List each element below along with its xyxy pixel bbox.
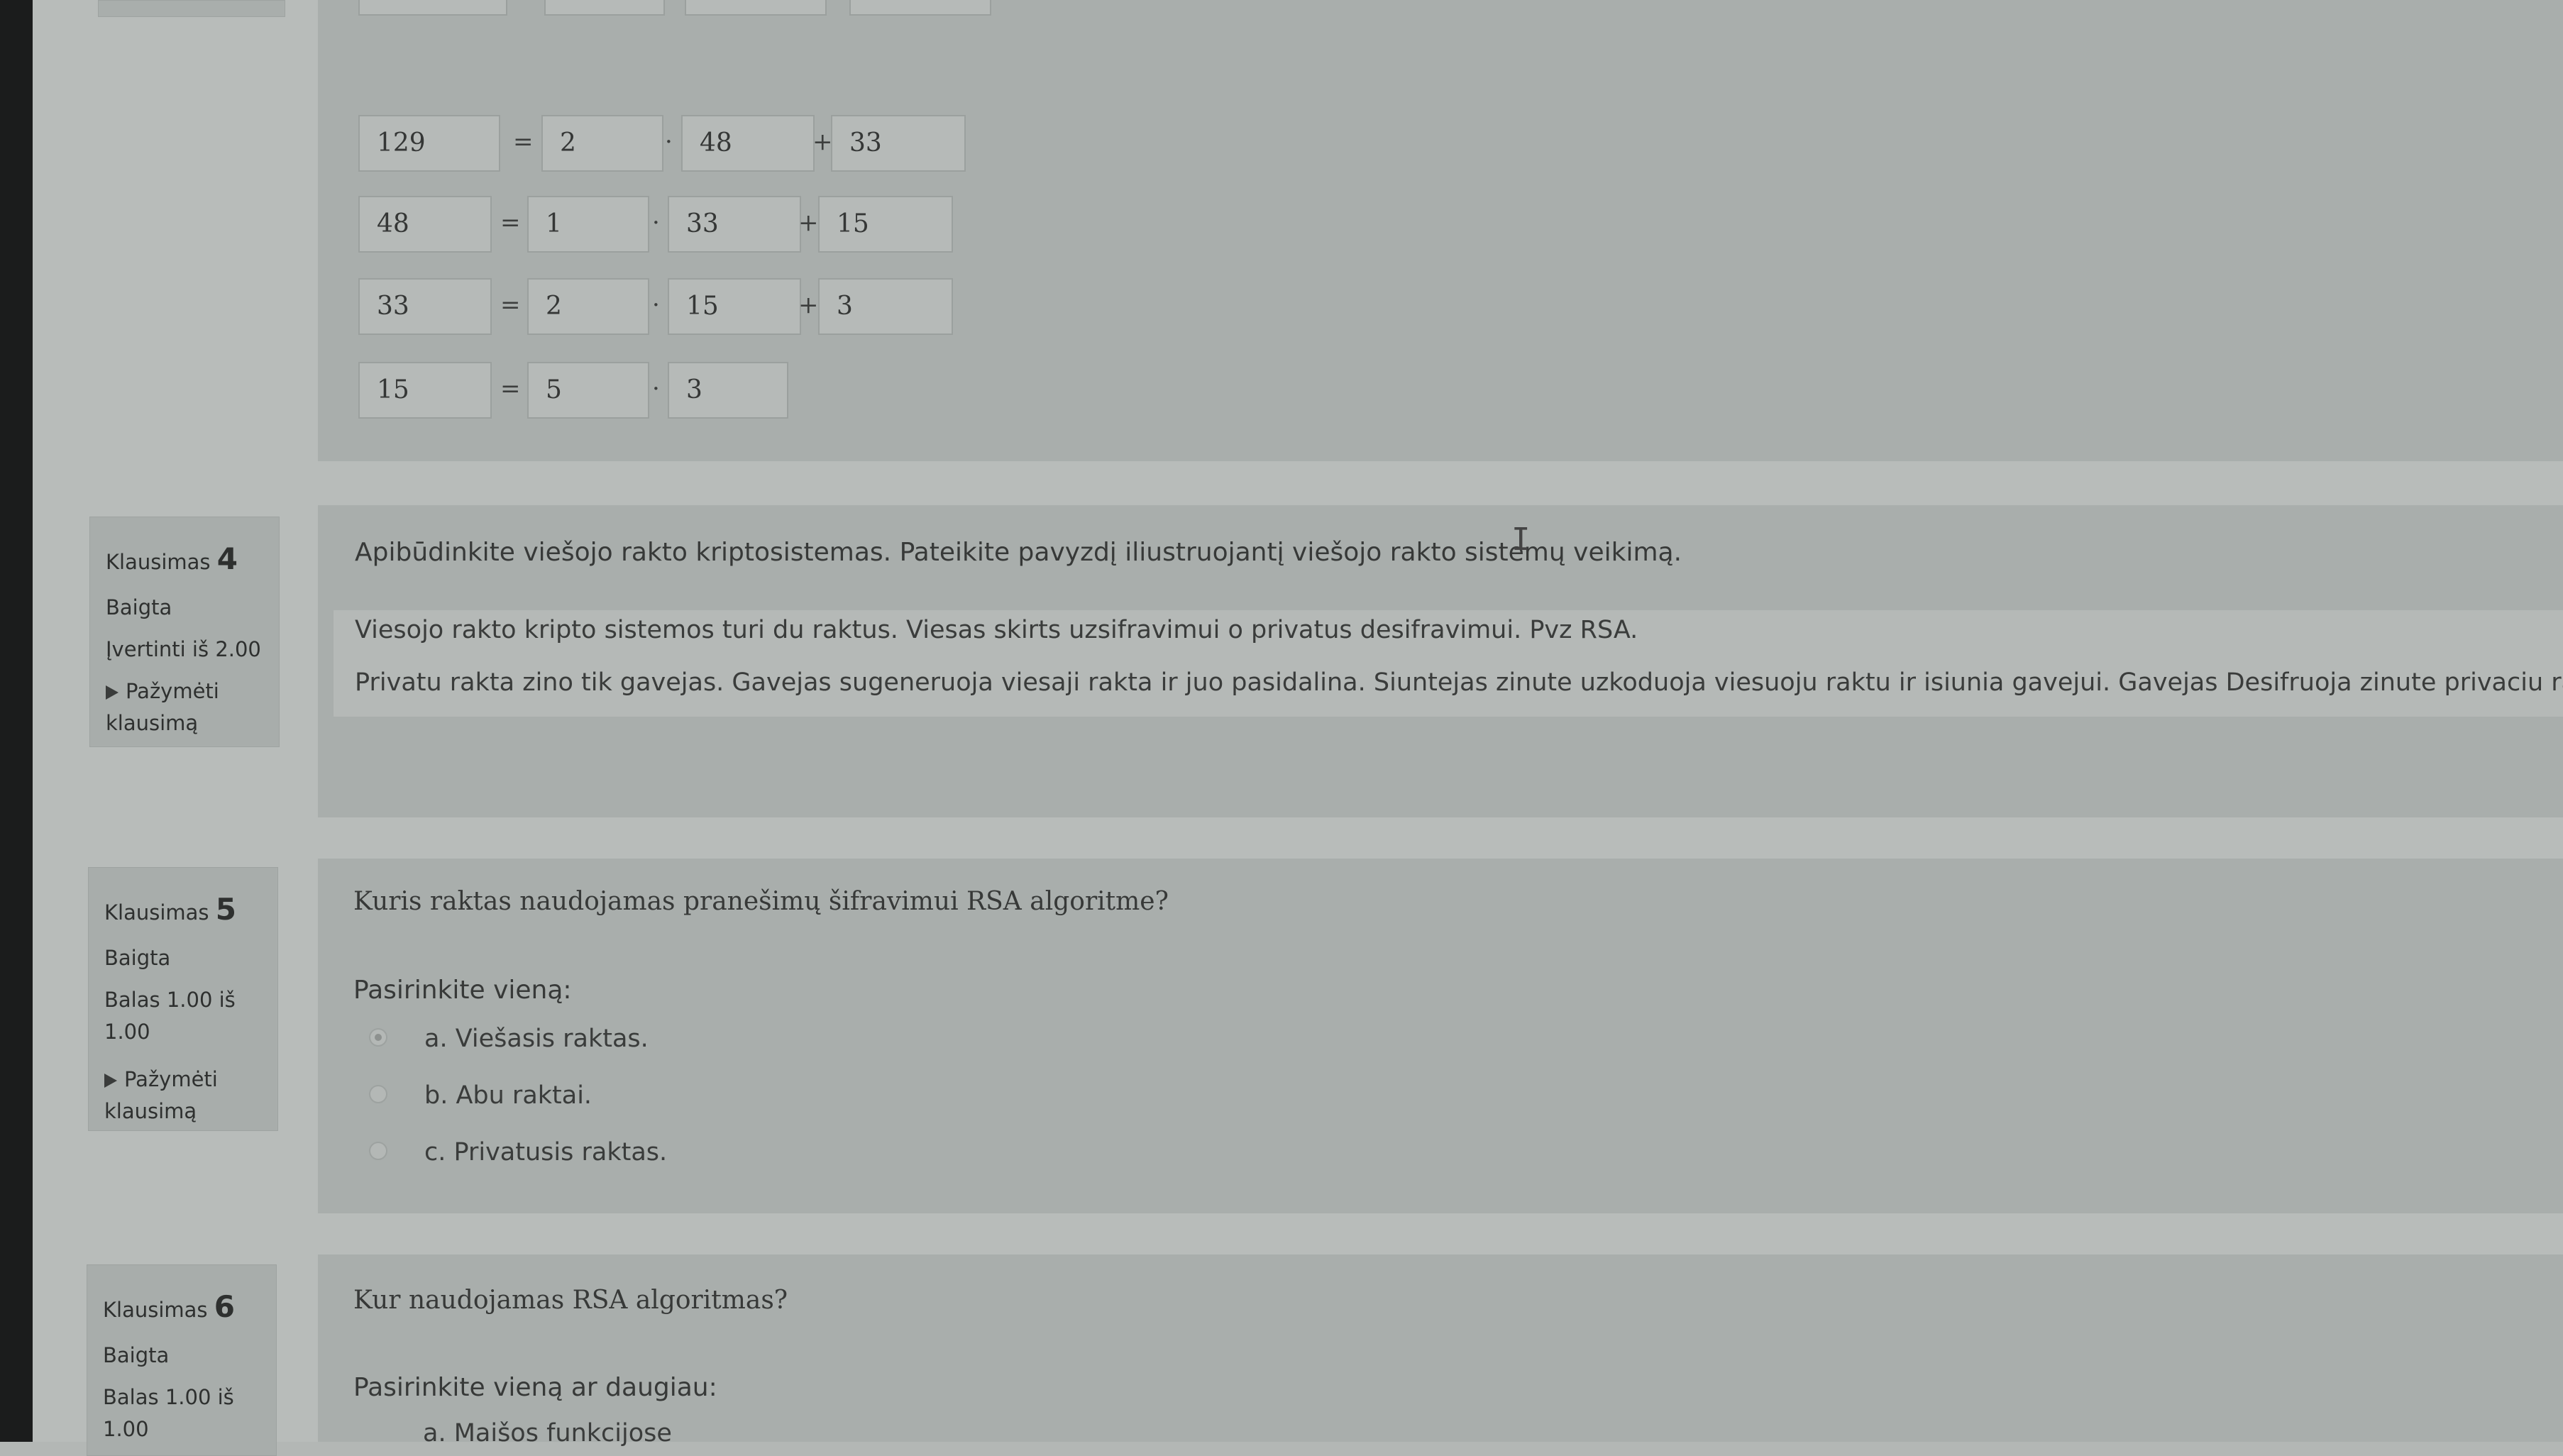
question-5-info-card: Klausimas 5 Baigta Balas 1.00 iš 1.00 Paž… bbox=[88, 867, 278, 1131]
equals-sign: = bbox=[500, 291, 521, 319]
plus-sign: + bbox=[798, 209, 819, 237]
question-number: 5 bbox=[215, 892, 236, 927]
screen-bezel bbox=[0, 0, 33, 1442]
score-line-1: Balas 1.00 iš bbox=[104, 988, 236, 1013]
equals-sign: = bbox=[513, 128, 534, 156]
flag-label-line2: klausimą bbox=[104, 1098, 197, 1123]
equation-quotient[interactable]: 2 bbox=[541, 115, 663, 172]
option-b[interactable]: b. Abu raktai. bbox=[369, 1081, 592, 1110]
equation-quotient[interactable]: 2 bbox=[527, 278, 649, 335]
multiply-dot: · bbox=[652, 375, 660, 403]
question-label: Klausimas bbox=[104, 900, 209, 925]
equation-divisor[interactable]: 48 bbox=[681, 115, 815, 172]
question-6-content-panel bbox=[318, 1254, 2563, 1442]
flag-label-line1: Pažymėti bbox=[124, 1066, 218, 1091]
question-number-label: Klausimas 5 bbox=[104, 886, 262, 932]
text-cursor-icon: I bbox=[1511, 522, 1531, 558]
question-state: Baigta bbox=[104, 946, 171, 971]
question-number-label: Klausimas 4 bbox=[106, 536, 263, 582]
option-c[interactable]: c. Privatusis raktas. bbox=[369, 1138, 667, 1167]
question-score: Balas 1.00 iš 1.00 bbox=[103, 1381, 260, 1445]
equation-row-1: 177 = 1 · 129 + 48 bbox=[358, 0, 1068, 16]
question-6-text: Kur naudojamas RSA algoritmas? bbox=[353, 1286, 788, 1315]
option-a[interactable]: a. Viešasis raktas. bbox=[369, 1025, 649, 1053]
answer-line-1: Viesojo rakto kripto sistemos turi du ra… bbox=[355, 616, 1638, 644]
flag-label-line2: klausimą bbox=[106, 710, 199, 735]
question-4-info-card: Klausimas 4 Baigta Įvertinti iš 2.00 Paž… bbox=[89, 517, 280, 747]
question-score: Balas 1.00 iš 1.00 bbox=[104, 984, 262, 1048]
equation-divisor[interactable]: 15 bbox=[668, 278, 801, 335]
equation-dividend[interactable]: 15 bbox=[358, 362, 492, 419]
equation-dividend[interactable]: 177 bbox=[358, 0, 507, 16]
question-number: 4 bbox=[216, 541, 238, 576]
equals-sign: = bbox=[500, 375, 521, 403]
option-label: b. Abu raktai. bbox=[424, 1081, 592, 1110]
radio-button[interactable] bbox=[369, 1142, 387, 1160]
question-grade: Įvertinti iš 2.00 bbox=[106, 637, 261, 662]
question-number: 6 bbox=[214, 1289, 235, 1324]
equation-divisor[interactable]: 33 bbox=[668, 196, 801, 253]
plus-sign: + bbox=[829, 0, 850, 16]
previous-question-info-card bbox=[98, 0, 285, 17]
question-5-prompt: Pasirinkite vieną: bbox=[353, 976, 572, 1005]
equation-quotient[interactable]: 1 bbox=[544, 0, 665, 16]
equation-remainder[interactable]: 48 bbox=[849, 0, 991, 16]
question-6-prompt: Pasirinkite vieną ar daugiau: bbox=[353, 1373, 717, 1402]
multiply-dot: · bbox=[652, 291, 660, 319]
score-line-2: 1.00 bbox=[104, 1019, 150, 1044]
multiply-dot: · bbox=[665, 128, 673, 156]
option-label: a. Viešasis raktas. bbox=[424, 1025, 649, 1053]
equation-row-2: 129 = 2 · 48 + 33 bbox=[358, 115, 1068, 172]
equation-row-3: 48 = 1 · 33 + 15 bbox=[358, 196, 1068, 253]
option-a[interactable]: a. Maišos funkcijose bbox=[423, 1419, 672, 1447]
plus-sign: + bbox=[812, 128, 833, 156]
equation-quotient[interactable]: 1 bbox=[527, 196, 649, 253]
multiply-dot: · bbox=[668, 0, 676, 16]
score-line-1: Balas 1.00 iš bbox=[103, 1385, 234, 1410]
equation-row-5: 15 = 5 · 3 bbox=[358, 362, 1068, 419]
equation-dividend[interactable]: 129 bbox=[358, 115, 500, 172]
plus-sign: + bbox=[798, 291, 819, 319]
radio-button[interactable] bbox=[369, 1085, 387, 1103]
equals-sign: = bbox=[516, 0, 536, 16]
radio-button-selected[interactable] bbox=[369, 1028, 387, 1047]
flag-icon bbox=[104, 1073, 117, 1088]
equals-sign: = bbox=[500, 209, 521, 237]
multiply-dot: · bbox=[652, 209, 660, 237]
flag-question-link[interactable]: Pažymėti klausimą bbox=[104, 1064, 262, 1127]
equation-dividend[interactable]: 48 bbox=[358, 196, 492, 253]
question-state: Baigta bbox=[103, 1343, 170, 1368]
equation-dividend[interactable]: 33 bbox=[358, 278, 492, 335]
equation-remainder[interactable]: 33 bbox=[831, 115, 966, 172]
flag-icon bbox=[106, 685, 118, 700]
equation-remainder[interactable]: 15 bbox=[818, 196, 953, 253]
equation-row-4: 33 = 2 · 15 + 3 bbox=[358, 278, 1068, 335]
option-label: c. Privatusis raktas. bbox=[424, 1138, 668, 1167]
flag-question-link[interactable]: Pažymėti klausimą bbox=[106, 675, 263, 739]
question-number-label: Klausimas 6 bbox=[103, 1284, 260, 1330]
question-4-text: Apibūdinkite viešojo rakto kriptosistema… bbox=[355, 538, 1682, 567]
score-line-2: 1.00 bbox=[103, 1416, 149, 1441]
equation-remainder[interactable]: 3 bbox=[818, 278, 953, 335]
question-5-text: Kuris raktas naudojamas pranešimų šifrav… bbox=[353, 887, 1169, 916]
answer-line-2: Privatu rakta zino tik gavejas. Gavejas … bbox=[355, 668, 2563, 697]
question-label: Klausimas bbox=[103, 1298, 208, 1322]
question-6-info-card: Klausimas 6 Baigta Balas 1.00 iš 1.00 bbox=[87, 1264, 277, 1456]
equation-divisor[interactable]: 3 bbox=[668, 362, 788, 419]
equation-divisor[interactable]: 129 bbox=[685, 0, 827, 16]
question-label: Klausimas bbox=[106, 550, 211, 574]
question-state: Baigta bbox=[106, 595, 172, 620]
flag-label-line1: Pažymėti bbox=[126, 678, 219, 703]
equation-quotient[interactable]: 5 bbox=[527, 362, 649, 419]
